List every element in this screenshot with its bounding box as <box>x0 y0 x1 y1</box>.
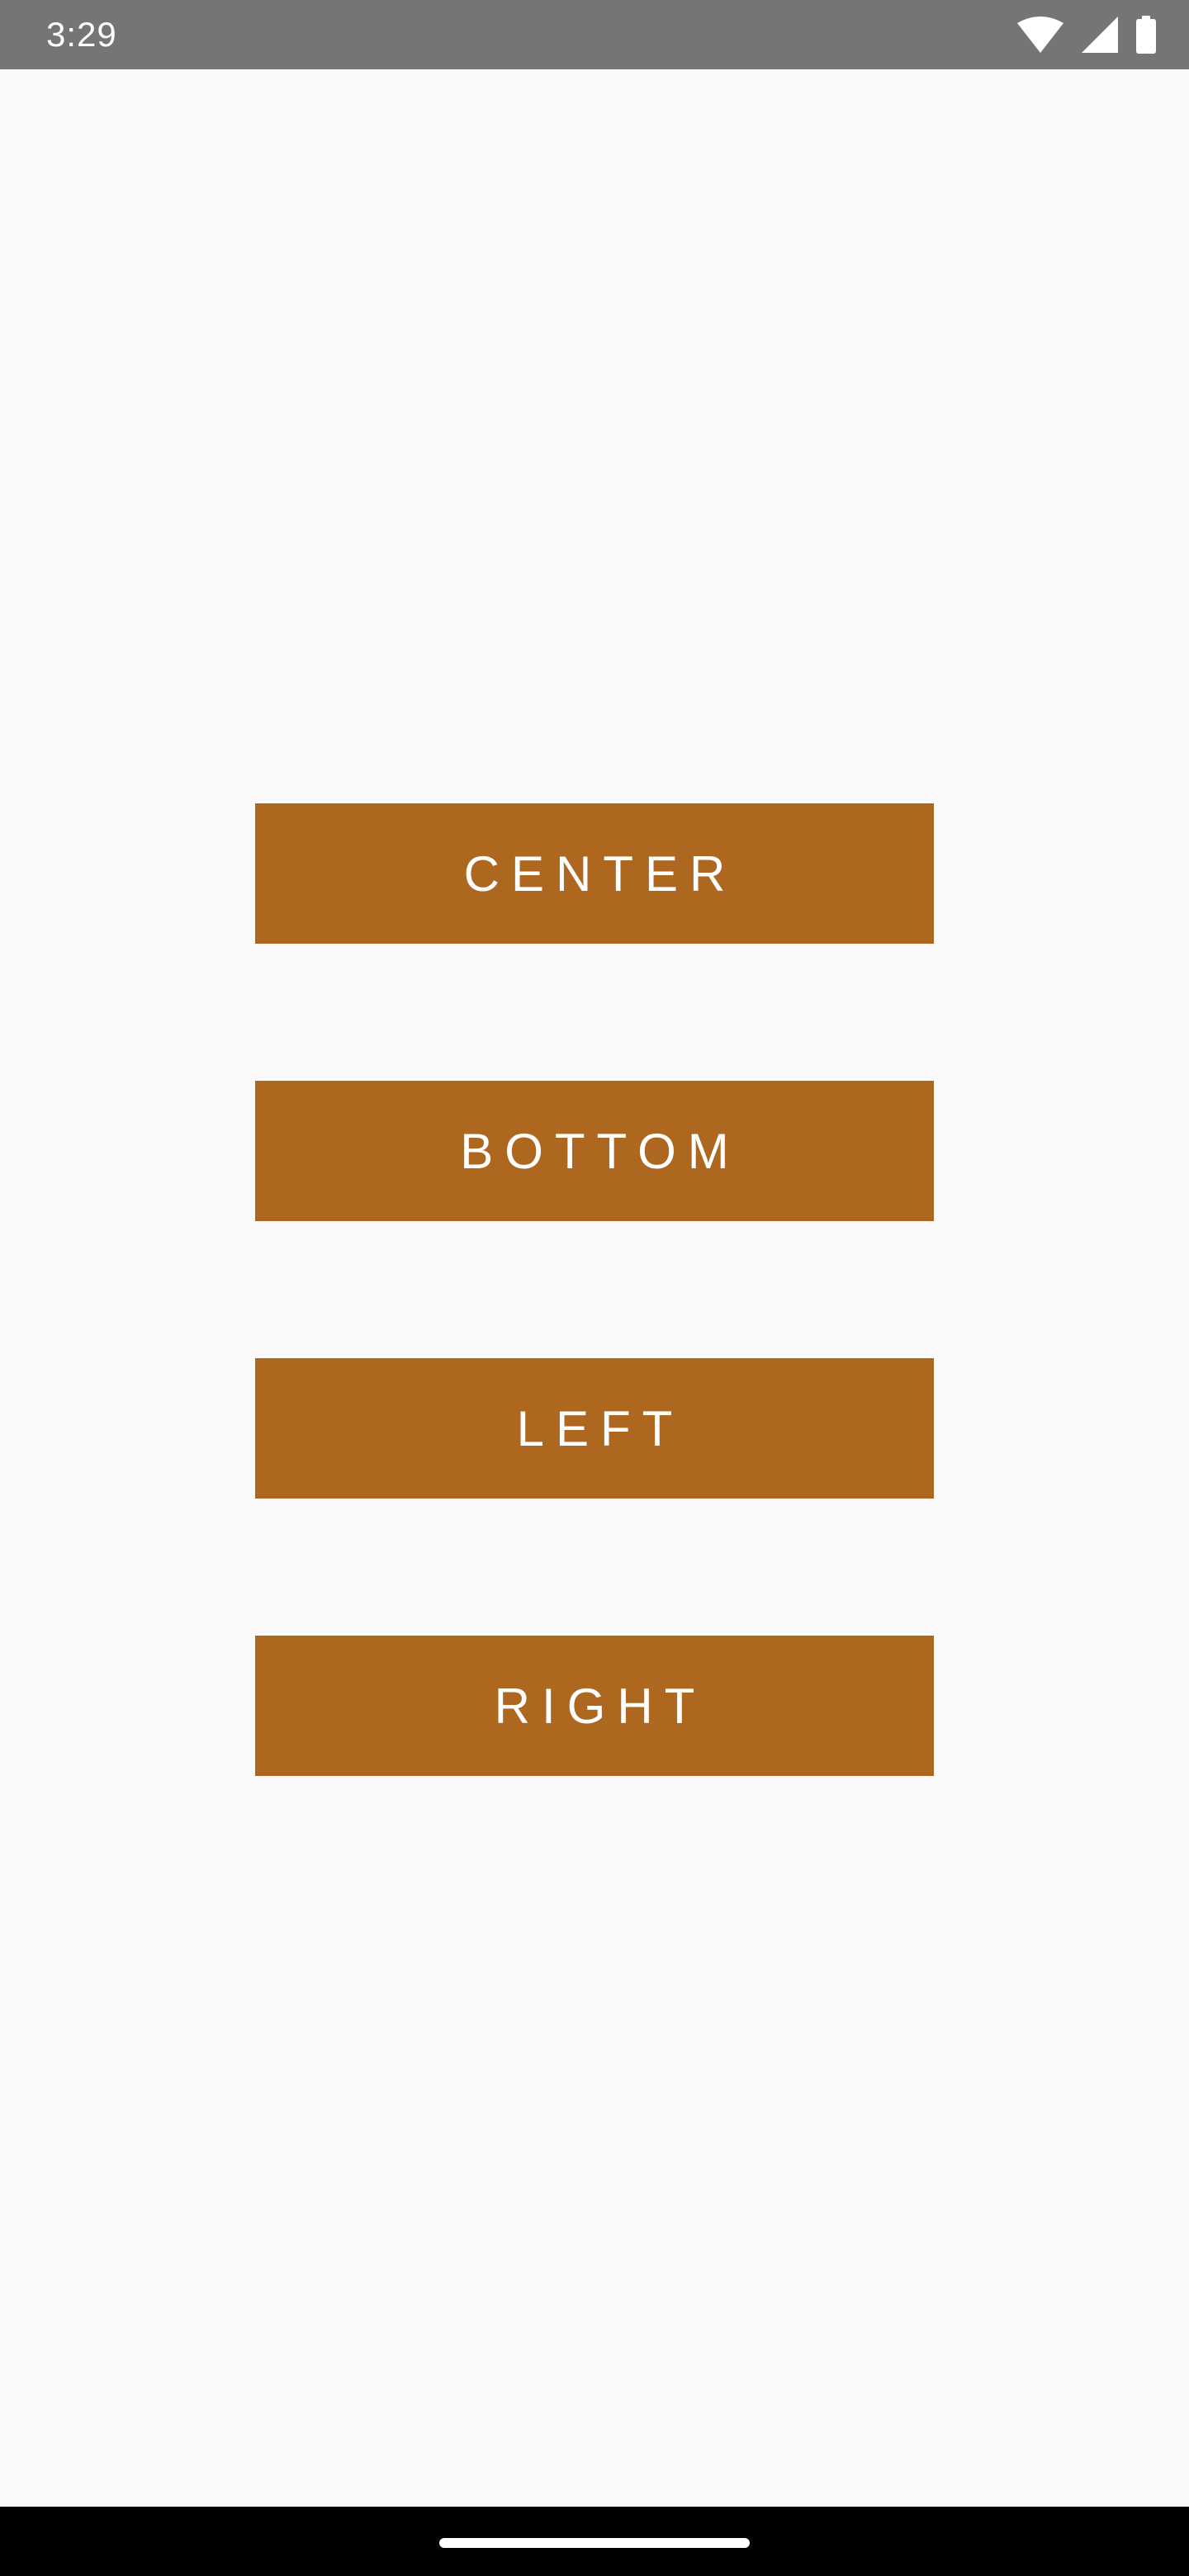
status-time: 3:29 <box>46 15 117 54</box>
wifi-icon <box>1017 17 1063 53</box>
navigation-bar <box>0 2507 1189 2576</box>
right-button[interactable]: RIGHT <box>255 1636 934 1776</box>
status-icons <box>1017 0 1156 69</box>
button-stack: CENTER BOTTOM LEFT RIGHT <box>255 803 934 1776</box>
cellular-signal-icon <box>1082 17 1118 53</box>
bottom-button[interactable]: BOTTOM <box>255 1081 934 1221</box>
status-bar: 3:29 <box>0 0 1189 69</box>
home-handle[interactable] <box>439 2538 750 2548</box>
main-content: CENTER BOTTOM LEFT RIGHT <box>0 69 1189 2507</box>
battery-icon <box>1136 16 1156 54</box>
center-button[interactable]: CENTER <box>255 803 934 944</box>
left-button[interactable]: LEFT <box>255 1358 934 1499</box>
